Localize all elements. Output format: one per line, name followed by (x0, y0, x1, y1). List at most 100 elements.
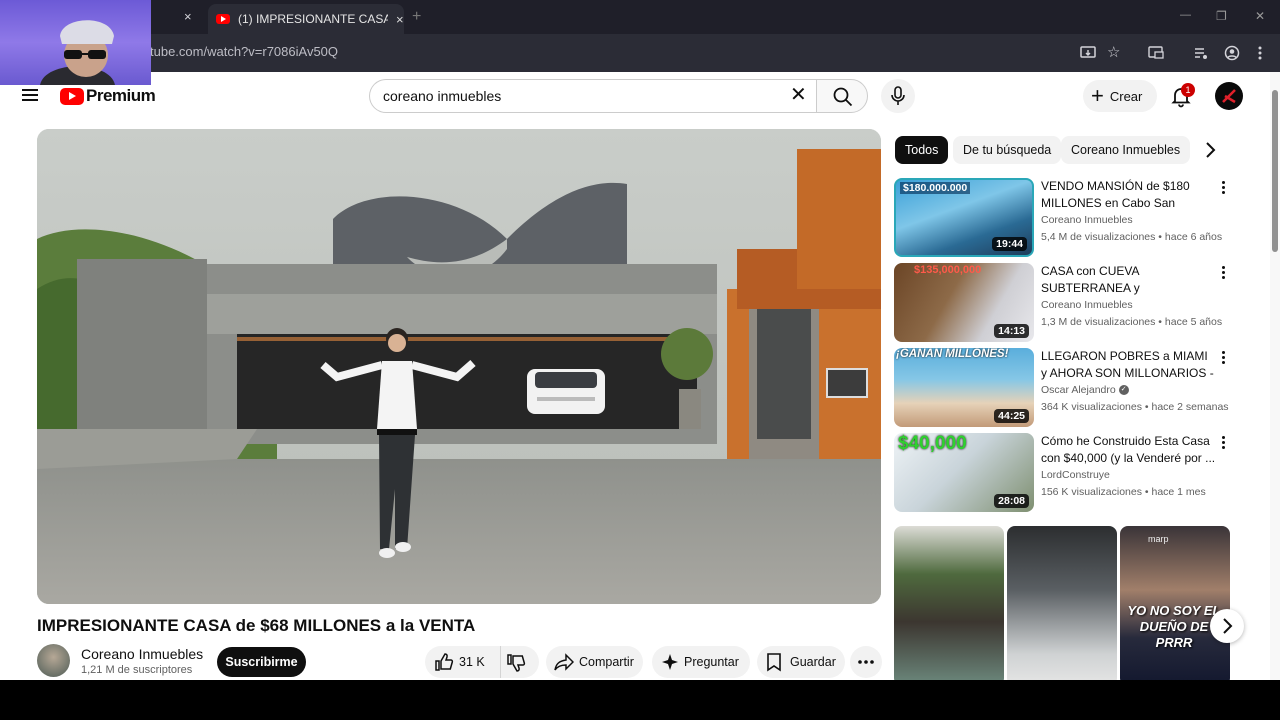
channel-avatar[interactable] (37, 644, 70, 677)
recommendation-thumbnail[interactable]: $40,000 28:08 (894, 433, 1034, 512)
share-icon (554, 653, 574, 671)
recommendation-title[interactable]: LLEGARON POBRES a MIAMI y AHORA SON MILL… (1041, 348, 1216, 382)
more-options-icon[interactable] (1218, 435, 1230, 451)
recommendation-title[interactable]: CASA con CUEVA SUBTERRANEA y SIMULADOR..… (1041, 263, 1216, 297)
notification-badge: 1 (1181, 83, 1195, 97)
recommendation-channel[interactable]: Oscar Alejandro ✓ (1041, 384, 1129, 396)
video-duration: 28:08 (994, 494, 1029, 508)
recommendation-item[interactable]: ¡GANAN MILLONES! 44:25 LLEGARON POBRES a… (894, 348, 1274, 428)
media-controls-icon[interactable] (1193, 45, 1209, 61)
recommendation-channel[interactable]: LordConstruye (1041, 469, 1110, 481)
more-options-icon[interactable] (1218, 265, 1230, 281)
avatar-logo-icon (1222, 89, 1236, 104)
youtube-favicon-icon (216, 14, 230, 24)
more-horizontal-icon (858, 660, 874, 664)
bookmark-icon (767, 653, 781, 672)
recommendation-thumbnail[interactable]: ¡GANAN MILLONES! 44:25 (894, 348, 1034, 427)
recommendation-meta: 156 K visualizaciones • hace 1 mes (1041, 486, 1206, 498)
tab-close-icon[interactable]: × (396, 12, 404, 27)
recommendation-title[interactable]: Cómo he Construido Esta Casa con $40,000… (1041, 433, 1216, 466)
url-field[interactable]: tube.com/watch?v=r7086iAv50Q (150, 44, 338, 59)
ask-label: Preguntar (684, 655, 739, 669)
clear-search-icon[interactable]: ✕ (790, 85, 807, 105)
profile-icon[interactable] (1224, 45, 1240, 61)
thumbs-up-icon (435, 653, 454, 671)
recommendation-channel[interactable]: Coreano Inmuebles (1041, 299, 1133, 311)
channel-label: Oscar Alejandro (1041, 384, 1116, 396)
thumbnail-caption: ¡GANAN MILLONES! (896, 348, 1009, 360)
thumbnail-caption: $135,000,000 (914, 264, 982, 276)
more-actions-button[interactable] (850, 646, 882, 678)
account-avatar[interactable] (1215, 82, 1243, 110)
tab-title: (1) IMPRESIONANTE CASA de $68 (238, 12, 388, 26)
create-label: Crear (1109, 88, 1143, 104)
recommendation-item[interactable]: $135,000,000 14:13 CASA con CUEVA SUBTER… (894, 263, 1274, 343)
youtube-play-logo-icon (60, 87, 84, 105)
search-input[interactable]: coreano inmuebles (369, 79, 817, 113)
recommendation-thumbnail[interactable]: $180.000.000 19:44 (894, 178, 1034, 257)
video-player[interactable] (37, 129, 881, 604)
logo-text: Premium (86, 86, 156, 105)
create-button[interactable]: + Crear (1083, 80, 1157, 112)
verified-check-icon: ✓ (1118, 385, 1129, 396)
recommendation-item[interactable]: $180.000.000 19:44 VENDO MANSIÓN de $180… (894, 178, 1274, 258)
more-options-icon[interactable] (1218, 350, 1230, 366)
chip-de-tu-busqueda[interactable]: De tu búsqueda (953, 136, 1062, 164)
youtube-page: Premium coreano inmuebles ✕ + Crear 1 IM… (0, 72, 1280, 680)
thumbnail-caption: $40,000 (898, 433, 967, 454)
tab-active[interactable]: (1) IMPRESIONANTE CASA de $68 × (208, 4, 404, 34)
voice-search-button[interactable] (881, 79, 915, 113)
subscribe-button[interactable]: Suscribirme (217, 647, 306, 677)
channel-name[interactable]: Coreano Inmuebles (81, 646, 203, 662)
youtube-premium-logo[interactable]: Premium (60, 86, 156, 106)
recommendation-title[interactable]: VENDO MANSIÓN de $180 MILLONES en Cabo S… (1041, 178, 1216, 212)
video-duration: 14:13 (994, 324, 1029, 338)
thumbs-down-icon[interactable] (506, 653, 526, 673)
bookmark-star-icon[interactable]: ☆ (1107, 43, 1120, 61)
chips-next-chevron-icon[interactable] (1200, 140, 1220, 160)
cast-icon[interactable] (1148, 45, 1164, 61)
video-frame-house-icon (37, 129, 881, 604)
taskbar-area (0, 680, 1280, 720)
save-label: Guardar (790, 655, 836, 669)
like-button[interactable]: 31 K (425, 646, 501, 678)
chevron-right-icon (1223, 618, 1233, 634)
search-button[interactable] (816, 79, 868, 113)
install-app-icon[interactable] (1080, 45, 1096, 61)
recommendation-thumbnail[interactable]: $135,000,000 14:13 (894, 263, 1034, 342)
recommendation-meta: 5,4 M de visualizaciones • hace 6 años (1041, 231, 1223, 243)
maximize-button[interactable]: ❐ (1216, 9, 1227, 23)
more-options-icon[interactable] (1218, 180, 1230, 196)
video-duration: 44:25 (994, 409, 1029, 423)
cap-text: marp (1148, 534, 1169, 544)
save-button[interactable]: Guardar (757, 646, 845, 678)
like-dislike-group: 31 K (425, 646, 539, 678)
search-icon (833, 87, 853, 107)
short-thumbnail[interactable] (894, 526, 1004, 680)
recommendation-item[interactable]: $40,000 28:08 Cómo he Construido Esta Ca… (894, 433, 1274, 513)
close-window-button[interactable]: ✕ (1255, 9, 1265, 23)
new-tab-button[interactable]: + (412, 8, 421, 26)
short-thumbnail[interactable] (1007, 526, 1117, 680)
browser-tab-bar: × (1) IMPRESIONANTE CASA de $68 × + — ❐ … (0, 0, 1280, 34)
sparkle-icon (662, 654, 678, 670)
webcam-person-icon (40, 20, 115, 85)
recommendation-channel[interactable]: Coreano Inmuebles (1041, 214, 1133, 226)
video-title: IMPRESIONANTE CASA de $68 MILLONES a la … (37, 616, 476, 635)
share-button[interactable]: Compartir (546, 646, 643, 678)
scrollbar-thumb[interactable] (1272, 90, 1278, 252)
webcam-overlay (0, 0, 151, 85)
shorts-next-button[interactable] (1210, 609, 1244, 643)
ask-button[interactable]: Preguntar (652, 646, 750, 678)
prev-tab-close-icon[interactable]: × (184, 9, 192, 24)
thumbnail-caption: $180.000.000 (900, 182, 971, 194)
minimize-button[interactable]: — (1180, 9, 1191, 21)
recommendation-meta: 364 K visualizaciones • hace 2 semanas (1041, 401, 1229, 413)
like-count: 31 K (459, 655, 485, 669)
menu-icon[interactable] (22, 89, 38, 101)
browser-menu-icon[interactable] (1256, 45, 1264, 61)
mic-icon (891, 86, 905, 105)
chip-coreano-inmuebles[interactable]: Coreano Inmuebles (1061, 136, 1191, 164)
short-thumbnail[interactable]: marp YO NO SOY EL DUEÑO DE PRRR (1120, 526, 1230, 680)
chip-todos[interactable]: Todos (895, 136, 949, 164)
